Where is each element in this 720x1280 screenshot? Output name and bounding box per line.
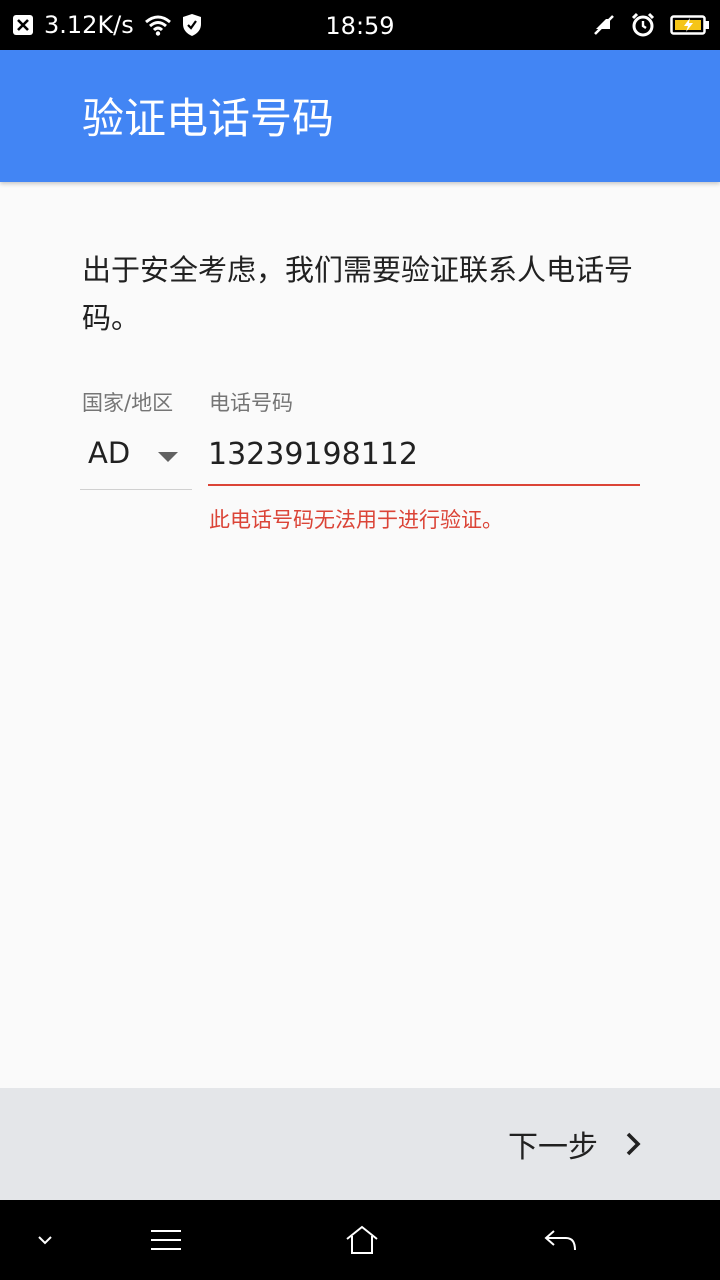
country-select[interactable]: AD: [80, 422, 192, 490]
description-text: 出于安全考虑，我们需要验证联系人电话号码。: [82, 253, 634, 335]
battery-charging-icon: [670, 14, 710, 36]
navigation-bar: [0, 1200, 720, 1280]
back-icon: [542, 1227, 578, 1253]
dropdown-arrow-icon: [158, 452, 178, 462]
next-button[interactable]: 下一步: [508, 1116, 642, 1172]
app-bar: 验证电话号码: [0, 50, 720, 182]
error-message: 此电话号码无法用于进行验证。: [209, 508, 503, 532]
phone-input-wrapper: [208, 422, 640, 486]
home-button[interactable]: [317, 1200, 407, 1280]
next-label: 下一步: [508, 1130, 598, 1165]
chevron-right-icon: [624, 1131, 642, 1157]
back-button[interactable]: [515, 1200, 605, 1280]
main-content: 出于安全考虑，我们需要验证联系人电话号码。 国家/地区 电话号码 AD 此电话号…: [0, 182, 720, 1088]
menu-button[interactable]: [121, 1200, 211, 1280]
home-icon: [344, 1224, 380, 1256]
menu-icon: [149, 1228, 183, 1252]
phone-input[interactable]: [208, 432, 640, 476]
hide-nav-button[interactable]: [0, 1200, 90, 1280]
alarm-icon: [630, 12, 656, 38]
status-bar: 3.12K/s 18:59: [0, 0, 720, 50]
phone-label: 电话号码: [209, 391, 293, 415]
country-label: 国家/地区: [82, 391, 174, 415]
country-code: AD: [88, 436, 131, 470]
silent-mode-icon: [592, 13, 616, 37]
bottom-bar: 下一步: [0, 1088, 720, 1200]
chevron-down-icon: [36, 1234, 54, 1246]
page-title: 验证电话号码: [82, 94, 335, 143]
